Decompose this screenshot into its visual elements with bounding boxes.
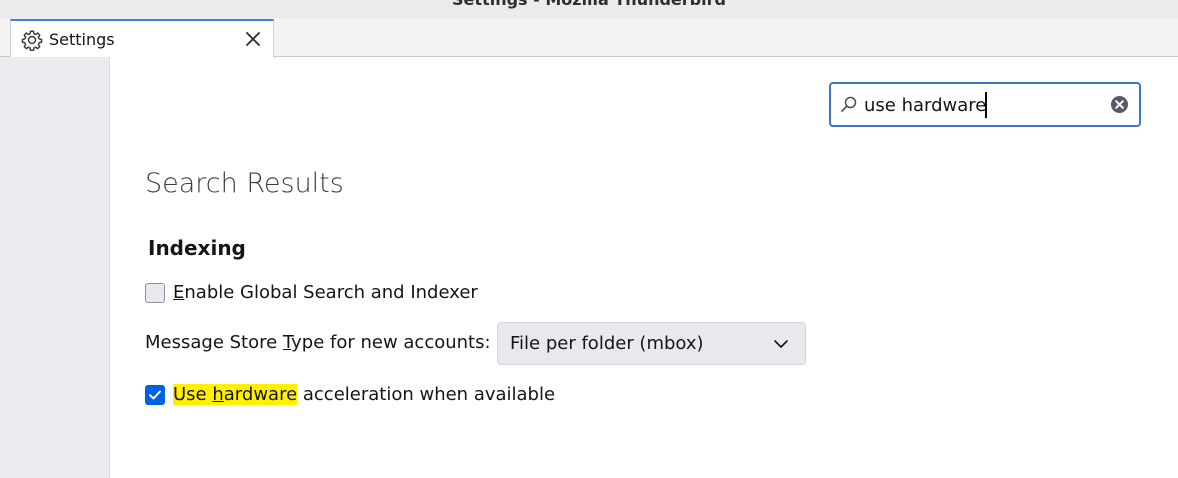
hardware-acceleration-checkbox[interactable]: [145, 384, 165, 405]
search-icon: [841, 96, 857, 112]
tab-label: Settings: [49, 30, 115, 49]
gear-icon: [21, 30, 43, 51]
message-store-row: Message Store Type for new accounts:: [145, 332, 491, 353]
checkmark-icon: [149, 390, 161, 399]
message-store-selected: File per folder (mbox): [510, 333, 704, 354]
search-input[interactable]: [864, 90, 1104, 120]
page-title: Search Results: [145, 168, 344, 199]
window-titlebar: Settings - Mozilla Thunderbird: [0, 0, 1178, 18]
clear-icon[interactable]: [1110, 95, 1129, 114]
close-tab-button[interactable]: [241, 27, 265, 51]
tab-settings[interactable]: Settings: [10, 19, 274, 58]
global-search-checkbox[interactable]: [145, 282, 165, 303]
close-icon: [246, 32, 260, 46]
hardware-acceleration-label: Use hardware acceleration when available: [173, 384, 556, 405]
chevron-down-icon: [774, 340, 788, 348]
sidebar: [0, 57, 110, 478]
message-store-label: Message Store Type for new accounts:: [145, 332, 491, 353]
section-title: Indexing: [148, 236, 246, 260]
global-search-option[interactable]: Enable Global Search and Indexer: [145, 282, 478, 303]
text-cursor: [985, 92, 987, 118]
hardware-acceleration-option[interactable]: Use hardware acceleration when available: [145, 384, 555, 405]
window-title: Settings - Mozilla Thunderbird: [0, 0, 1178, 9]
message-store-type-select[interactable]: File per folder (mbox): [497, 322, 806, 365]
global-search-label: Enable Global Search and Indexer: [173, 282, 478, 303]
tab-strip: Settings: [0, 18, 1178, 58]
